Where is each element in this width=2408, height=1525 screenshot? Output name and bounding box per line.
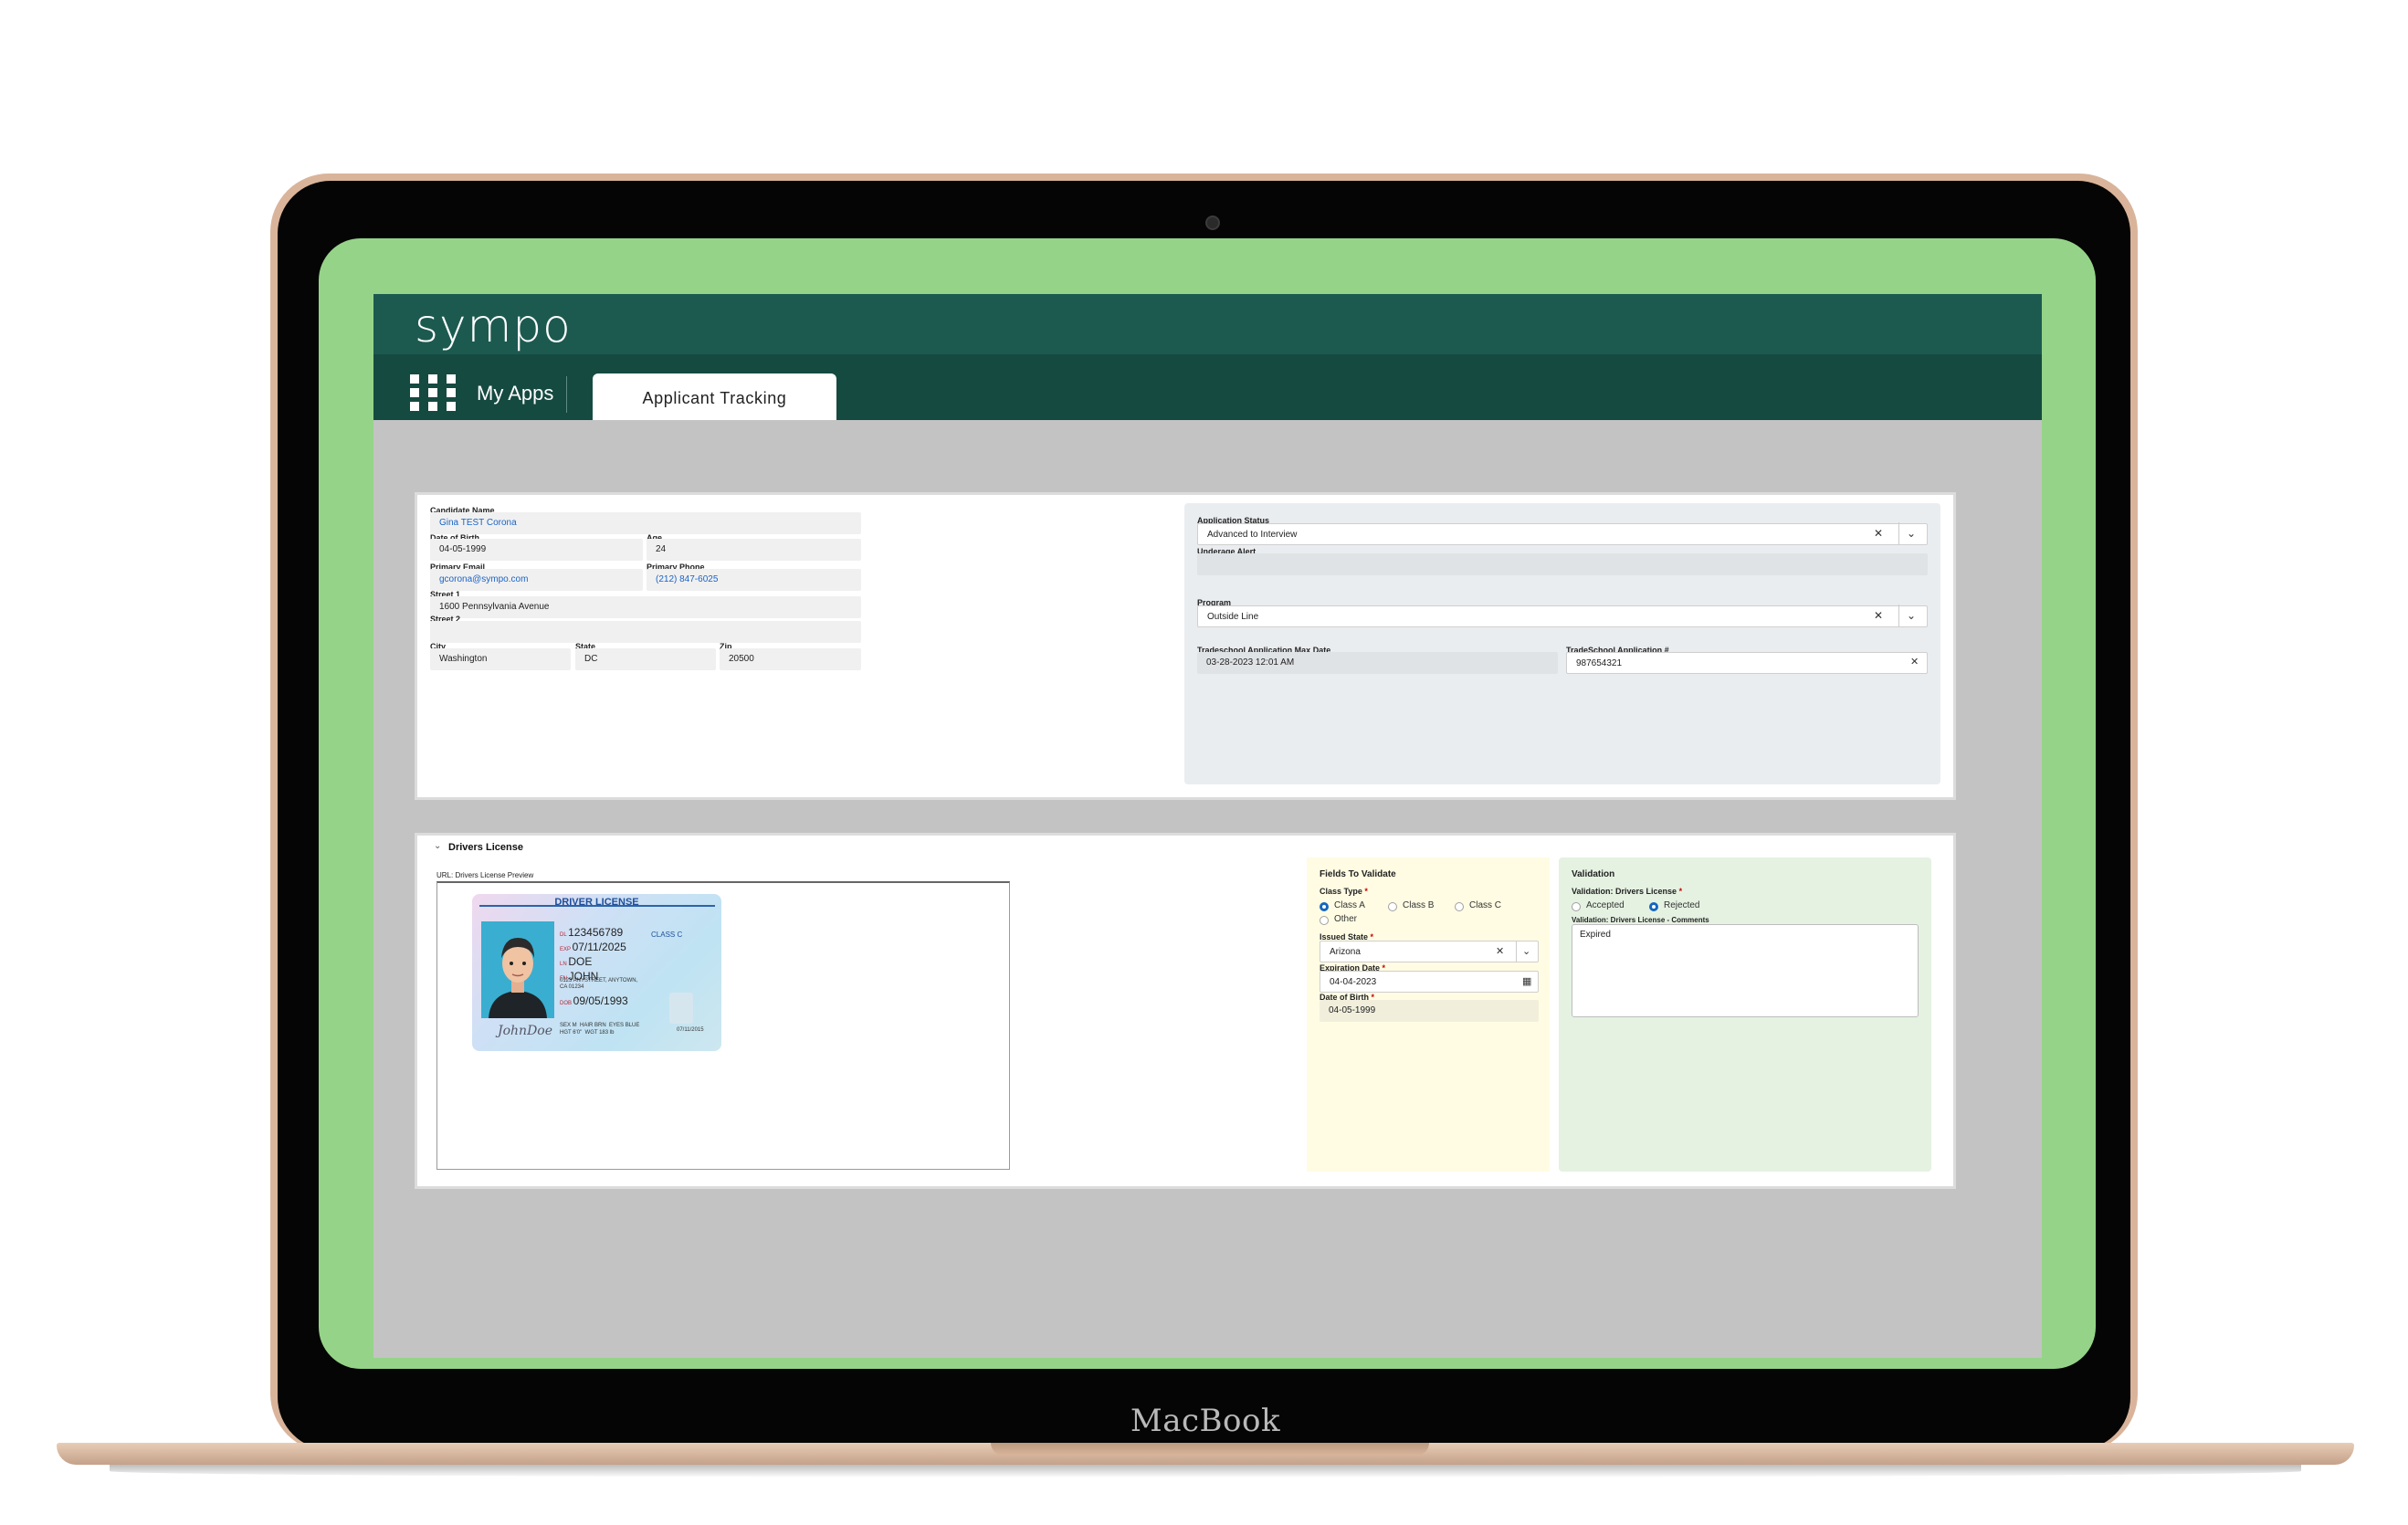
my-apps-link[interactable]: My Apps <box>477 382 553 405</box>
rejected-radio[interactable] <box>1649 902 1658 911</box>
underage-alert-field <box>1197 553 1928 575</box>
rejected-label: Rejected <box>1664 900 1700 910</box>
validation-dl-label: Validation: Drivers License * <box>1572 887 1683 896</box>
camera <box>1205 216 1220 230</box>
email-field[interactable]: gcorona@sympo.com <box>430 569 643 591</box>
collapse-chevron-icon[interactable]: ⌄ <box>434 841 441 851</box>
street1-field[interactable]: 1600 Pennsylvania Avenue <box>430 596 861 618</box>
app-logo: sympo <box>415 300 572 352</box>
expiration-date-field[interactable]: 04-04-2023 <box>1320 971 1539 993</box>
fields-to-validate-title: Fields To Validate <box>1320 869 1396 879</box>
class-b-radio[interactable] <box>1388 902 1397 911</box>
license-address: 0123 ANYSTREET, ANYTOWN, CA 01234 <box>560 978 638 990</box>
other-label: Other <box>1334 914 1358 924</box>
max-date-field: 03-28-2023 12:01 AM <box>1197 652 1558 674</box>
clear-icon[interactable]: ✕ <box>1496 941 1504 962</box>
calendar-icon[interactable]: ▦ <box>1522 971 1531 993</box>
license-dl-number: 123456789 <box>568 926 624 939</box>
license-eyes: EYES BLUE <box>609 1023 640 1028</box>
clear-icon[interactable]: ✕ <box>1874 522 1883 544</box>
license-ghost-photo <box>669 993 693 1024</box>
apps-grid-icon[interactable] <box>410 374 456 411</box>
license-exp: 07/11/2025 <box>572 941 626 953</box>
class-type-label: Class Type * <box>1320 887 1368 896</box>
class-a-radio[interactable] <box>1320 902 1329 911</box>
fields-to-validate-panel: Fields To Validate Class Type * Class A … <box>1307 857 1550 1172</box>
class-c-radio[interactable] <box>1455 902 1464 911</box>
candidate-name-field[interactable]: Gina TEST Corona <box>430 512 861 534</box>
license-class: CLASS C <box>651 931 683 939</box>
license-image: DRIVER LICENSE CLASS C DL 123456789 EXP … <box>472 894 721 1051</box>
other-radio[interactable] <box>1320 916 1329 925</box>
age-field[interactable]: 24 <box>647 539 861 561</box>
tab-applicant-tracking[interactable]: Applicant Tracking <box>593 373 836 420</box>
program-select[interactable]: Outside Line <box>1197 605 1928 627</box>
class-c-label: Class C <box>1469 900 1502 910</box>
issued-state-select[interactable]: Arizona <box>1320 941 1539 962</box>
comments-label: Validation: Drivers License - Comments <box>1572 916 1709 924</box>
chevron-down-icon[interactable]: ⌄ <box>1898 522 1916 544</box>
laptop-brand-label: MacBook <box>1130 1403 1281 1439</box>
nav-divider <box>566 376 567 413</box>
license-weight: WGT 183 lb <box>584 1030 615 1036</box>
comments-textarea[interactable]: Expired <box>1572 924 1919 1017</box>
validation-title: Validation <box>1572 869 1615 879</box>
chevron-down-icon[interactable]: ⌄ <box>1516 941 1530 962</box>
accepted-radio[interactable] <box>1572 902 1581 911</box>
license-photo <box>481 921 554 1018</box>
drivers-license-section-title: Drivers License <box>448 842 523 853</box>
phone-field[interactable]: (212) 847-6025 <box>647 569 861 591</box>
street2-field[interactable] <box>430 621 861 643</box>
license-hair: HAIR BRN <box>580 1023 606 1028</box>
license-signature: JohnDoe <box>498 1024 553 1038</box>
city-field[interactable]: Washington <box>430 648 571 670</box>
app-window: sympo My Apps Applicant Tracking Candida… <box>373 294 2042 1358</box>
chevron-down-icon[interactable]: ⌄ <box>1898 605 1916 626</box>
dob-field[interactable]: 04-05-1999 <box>430 539 643 561</box>
clear-icon[interactable]: ✕ <box>1910 651 1919 673</box>
validate-dob-field: 04-05-1999 <box>1320 1000 1539 1022</box>
license-last-name: DOE <box>568 955 593 968</box>
validation-panel: Validation Validation: Drivers License *… <box>1559 857 1931 1172</box>
state-field[interactable]: DC <box>575 648 716 670</box>
laptop-shadow <box>110 1465 2301 1478</box>
license-height: HGT 6'0" <box>560 1030 583 1036</box>
license-issue-date: 07/11/2015 <box>677 1027 704 1033</box>
application-status-select[interactable]: Advanced to Interview <box>1197 523 1928 545</box>
app-number-field[interactable]: 987654321 <box>1566 652 1928 674</box>
license-dob: 09/05/1993 <box>573 994 628 1007</box>
application-panel: Application Status Advanced to Interview… <box>1184 503 1940 784</box>
laptop-notch <box>991 1443 1429 1456</box>
clear-icon[interactable]: ✕ <box>1874 605 1883 626</box>
app-header <box>373 294 2042 354</box>
license-sex: SEX M <box>560 1023 577 1028</box>
class-a-label: Class A <box>1334 900 1365 910</box>
zip-field[interactable]: 20500 <box>720 648 861 670</box>
accepted-label: Accepted <box>1586 900 1625 910</box>
drivers-license-card: ⌄ Drivers License URL: Drivers License P… <box>415 833 1956 1189</box>
license-header: DRIVER LICENSE <box>554 897 639 908</box>
url-preview-label: URL: Drivers License Preview <box>436 871 534 879</box>
class-b-label: Class B <box>1403 900 1435 910</box>
